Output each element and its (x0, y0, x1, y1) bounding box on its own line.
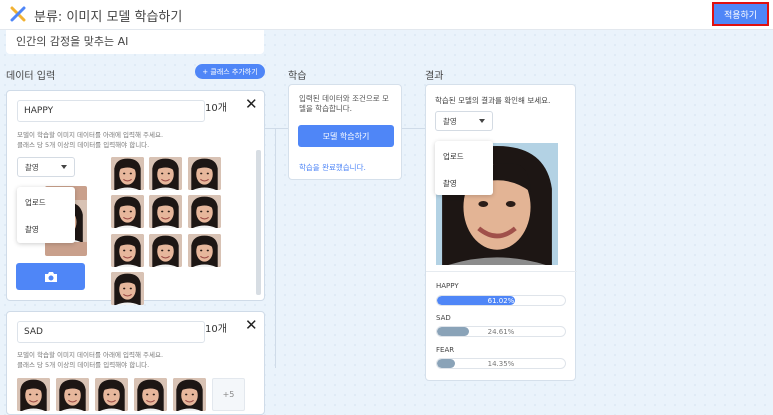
bar-value: 61.02% (487, 296, 515, 305)
result-description: 학습된 모델의 결과를 확인해 보세요. (435, 96, 551, 105)
image-thumbnail[interactable] (95, 378, 128, 411)
image-thumbnail[interactable] (56, 378, 89, 411)
image-thumbnail[interactable] (188, 195, 221, 228)
data-input-label: 데이터 입력 (6, 71, 56, 82)
class-hint: 모델이 학습할 이미지 데이터를 아래에 입력해 주세요. 클래스 당 5개 이… (17, 130, 163, 150)
image-thumbnail[interactable] (134, 378, 167, 411)
close-icon[interactable]: ✕ (245, 318, 258, 333)
bar-label-sad: SAD (436, 314, 451, 322)
page-title: 분류: 이미지 모델 학습하기 (34, 10, 183, 25)
image-thumbnail[interactable] (111, 195, 144, 228)
bar-value: 14.35% (487, 359, 515, 368)
connector-line (265, 128, 288, 129)
class-hint: 모델이 학습할 이미지 데이터를 아래에 입력해 주세요. 클래스 당 5개 이… (17, 350, 163, 370)
menu-item-upload[interactable]: 업로드 (443, 151, 464, 162)
hint-line: 모델이 학습할 이미지 데이터를 아래에 입력해 주세요. (17, 351, 164, 359)
ai-description: 인간의 감정을 맞추는 AI (16, 35, 129, 48)
face-image (149, 195, 182, 228)
result-input-dropdown[interactable]: 촬영 (435, 111, 493, 131)
capture-button[interactable] (16, 263, 85, 290)
bar-label-happy: HAPPY (436, 282, 459, 290)
scrollbar[interactable] (256, 150, 261, 295)
face-image (134, 378, 167, 411)
more-images-badge[interactable]: +5 (212, 378, 245, 411)
face-image (56, 378, 89, 411)
x-logo-icon (10, 6, 26, 22)
caret-down-icon (61, 165, 67, 169)
face-image (111, 234, 144, 267)
image-count: 10개 (205, 324, 227, 335)
camera-icon (44, 271, 57, 282)
input-method-dropdown[interactable]: 촬영 (17, 157, 75, 177)
divider (426, 271, 577, 272)
result-label: 결과 (425, 71, 444, 82)
image-thumbnail[interactable] (188, 234, 221, 267)
image-thumbnail[interactable] (111, 157, 144, 190)
connector-line (275, 128, 276, 368)
face-image (95, 378, 128, 411)
image-thumbnail[interactable] (188, 157, 221, 190)
result-input-menu: 업로드 촬영 (435, 141, 493, 195)
menu-item-capture[interactable]: 촬영 (25, 224, 39, 235)
image-thumbnail[interactable] (17, 378, 50, 411)
dropdown-value: 촬영 (443, 116, 457, 126)
menu-item-upload[interactable]: 업로드 (25, 197, 46, 208)
close-icon[interactable]: ✕ (245, 97, 258, 112)
face-image (149, 157, 182, 190)
face-image (111, 195, 144, 228)
class-card-sad: SAD 10개 ✕ 모델이 학습할 이미지 데이터를 아래에 입력해 주세요. … (6, 311, 265, 415)
hint-line: 클래스 당 5개 이상의 데이터를 입력해야 합니다. (17, 141, 150, 149)
training-description: 입력된 데이터와 조건으로 모델을 학습합니다. (299, 94, 389, 113)
ai-description-card: 인간의 감정을 맞추는 AI (6, 30, 264, 54)
training-label: 학습 (288, 71, 307, 82)
image-count: 10개 (205, 103, 227, 114)
menu-item-capture[interactable]: 촬영 (443, 178, 457, 189)
image-thumbnail[interactable] (149, 234, 182, 267)
face-image (188, 157, 221, 190)
image-thumbnail[interactable] (149, 157, 182, 190)
face-image (111, 157, 144, 190)
image-thumbnail[interactable] (111, 234, 144, 267)
bar-label-fear: FEAR (436, 346, 455, 354)
probability-bar-happy: 61.02% (436, 295, 566, 306)
probability-bar-fear: 14.35% (436, 358, 566, 369)
training-status: 학습을 완료했습니다. (299, 163, 366, 172)
face-image (149, 234, 182, 267)
result-card: 학습된 모델의 결과를 확인해 보세요. 촬영 업로드 촬영 HAPPY 61.… (425, 84, 577, 381)
header-bar: 분류: 이미지 모델 학습하기 적용하기 (0, 0, 773, 30)
hint-line: 클래스 당 5개 이상의 데이터를 입력해야 합니다. (17, 361, 150, 369)
caret-down-icon (479, 119, 485, 123)
apply-button[interactable]: 적용하기 (712, 2, 769, 26)
image-thumbnail[interactable] (111, 272, 144, 305)
class-name-input[interactable]: SAD (17, 321, 205, 343)
image-thumbnail[interactable] (173, 378, 206, 411)
class-name-input[interactable]: HAPPY (17, 100, 205, 122)
connector-line (402, 128, 425, 129)
face-image (188, 234, 221, 267)
dropdown-value: 촬영 (25, 162, 39, 172)
input-method-menu: 업로드 촬영 (17, 187, 75, 243)
face-image (173, 378, 206, 411)
bar-value: 24.61% (487, 327, 515, 336)
hint-line: 모델이 학습할 이미지 데이터를 아래에 입력해 주세요. (17, 131, 164, 139)
face-image (17, 378, 50, 411)
face-image (111, 272, 144, 305)
training-card: 입력된 데이터와 조건으로 모델을 학습합니다. 모델 학습하기 학습을 완료했… (288, 84, 402, 180)
face-image (188, 195, 221, 228)
image-thumbnail[interactable] (149, 195, 182, 228)
train-model-button[interactable]: 모델 학습하기 (298, 125, 394, 147)
probability-bar-sad: 24.61% (436, 326, 566, 337)
add-class-button[interactable]: + 클래스 추가하기 (195, 64, 265, 79)
